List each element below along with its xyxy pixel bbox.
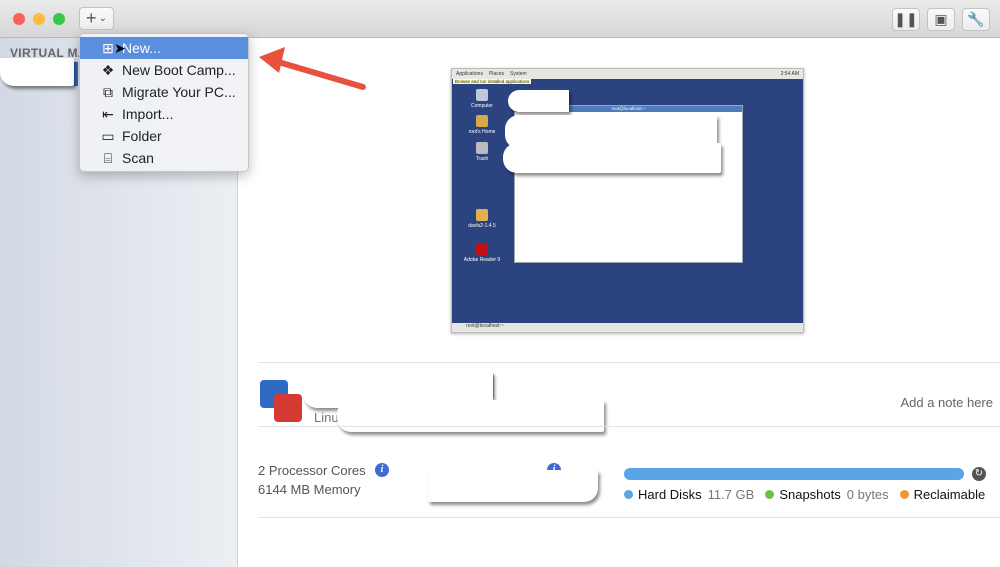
guest-icon-folder: davfs2-1.4.5 [462, 209, 502, 229]
legend-value: 11.7 GB [707, 487, 755, 502]
guest-icon-computer: Computer [462, 89, 502, 109]
redaction [508, 90, 569, 112]
legend-label: Reclaimable [913, 487, 986, 502]
vm-os-label: Linu [314, 410, 339, 425]
guest-top-panel: Applications Places System 2:54 AM [452, 69, 803, 79]
menu-item-label: New Boot Camp... [122, 62, 236, 78]
minimize-button[interactable] [33, 13, 45, 25]
text-caret [493, 374, 494, 398]
info-icon[interactable]: i [375, 463, 389, 477]
legend-dot [765, 490, 775, 499]
redaction [428, 470, 598, 502]
add-menu: ⊞ New... ❖ New Boot Camp... ⧉ Migrate Your … [79, 33, 249, 172]
pause-icon: ❚❚ [894, 11, 918, 27]
guest-clock: 2:54 AM [780, 71, 799, 77]
settings-button[interactable]: 🔧 [962, 8, 990, 31]
storage-bar-fill [624, 468, 964, 480]
guest-bottom-panel: root@localhost:~ [452, 323, 803, 332]
legend-label: Snapshots [779, 487, 841, 502]
chevron-down-icon: ⌄ [98, 13, 107, 24]
wrench-icon: 🔧 [967, 11, 985, 27]
menu-item-new[interactable]: ⊞ New... [80, 37, 248, 59]
folder-icon: ▭ [101, 127, 115, 144]
zoom-button[interactable] [53, 13, 65, 25]
note-field[interactable]: Add a note here [900, 395, 993, 410]
snapshot-icon: ▣ [934, 11, 948, 27]
redaction [337, 400, 604, 432]
plus-icon: + [86, 8, 97, 28]
annotation-arrow-icon [259, 47, 366, 90]
guest-icon-trash: Trash [462, 142, 502, 162]
menu-item-new-boot-camp[interactable]: ❖ New Boot Camp... [80, 59, 248, 81]
legend-value: 0 bytes [846, 487, 889, 502]
guest-taskbar-item: root@localhost:~ [466, 323, 504, 329]
snapshot-button[interactable]: ▣ [927, 8, 955, 31]
divider [258, 517, 1000, 518]
vmware-logo-icon [260, 380, 304, 424]
menu-item-import[interactable]: ⇤ Import... [80, 103, 248, 125]
guest-icon-adobe: Adobe Reader 9 [462, 243, 502, 263]
menu-item-migrate[interactable]: ⧉ Migrate Your PC... [80, 81, 248, 103]
guest-icon-home: root's Home [462, 115, 502, 135]
legend-dot [624, 490, 633, 499]
redaction [503, 143, 721, 173]
guest-menu-system: System [509, 71, 527, 77]
memory-label: 6144 MB Memory [258, 482, 361, 497]
refresh-icon[interactable]: ↻ [972, 467, 986, 481]
legend-label: Hard Disks [638, 487, 702, 502]
guest-tooltip: Browse and run installed applications [453, 79, 532, 84]
menu-item-label: New... [122, 40, 161, 56]
redacted-vm-name [0, 58, 74, 86]
import-icon: ⇤ [102, 105, 114, 122]
boot-camp-icon: ❖ [101, 61, 115, 78]
mouse-cursor-icon: ➤ [114, 40, 126, 56]
scan-icon: ⌸ [103, 149, 113, 166]
migrate-icon: ⧉ [103, 83, 113, 100]
storage-legend: Hard Disks 11.7 GB Snapshots 0 bytes Recla… [624, 487, 985, 502]
pause-button[interactable]: ❚❚ [892, 8, 920, 31]
divider [258, 426, 1000, 427]
menu-item-folder[interactable]: ▭ Folder [80, 125, 248, 147]
legend-dot [899, 490, 909, 499]
add-vm-button[interactable]: + ⌄ [79, 7, 114, 30]
menu-item-label: Import... [122, 106, 174, 122]
menu-item-label: Folder [122, 128, 162, 144]
vm-screen-preview[interactable]: Applications Places System 2:54 AM Brows… [451, 68, 804, 333]
guest-menu-applications: Applications [456, 71, 483, 77]
menu-item-scan[interactable]: ⌸ Scan [80, 147, 248, 169]
menu-item-label: Migrate Your PC... [122, 84, 236, 100]
close-button[interactable] [13, 13, 25, 25]
guest-menu-places: Places [488, 71, 504, 77]
menu-item-label: Scan [122, 150, 154, 166]
divider [258, 362, 1000, 363]
storage-bar [624, 468, 964, 480]
cpu-label: 2 Processor Cores [258, 463, 366, 478]
